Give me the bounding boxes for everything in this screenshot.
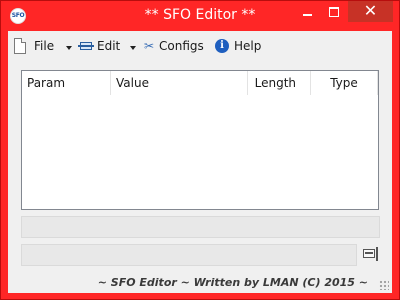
maximize-button[interactable] xyxy=(321,2,347,22)
client-area: File Edit ✂ Configs i Help Param Value L… xyxy=(8,31,392,293)
footer-credit: ~ SFO Editor ~ Written by LMAN (C) 2015 … xyxy=(97,276,368,289)
close-button[interactable]: ✕ xyxy=(348,1,393,22)
file-menu-button[interactable]: File xyxy=(14,37,54,55)
column-header-value[interactable]: Value xyxy=(111,71,248,95)
table-header: Param Value Length Type xyxy=(22,71,378,95)
new-file-icon xyxy=(14,38,26,54)
app-window: SFO ** SFO Editor ** ✕ File Edit ✂ Confi… xyxy=(0,0,400,300)
edit-menu-button[interactable]: Edit xyxy=(78,37,120,55)
edit-dropdown-arrow-icon[interactable] xyxy=(130,46,136,50)
minimize-button[interactable] xyxy=(294,2,320,22)
help-button[interactable]: i Help xyxy=(215,37,261,55)
column-header-length[interactable]: Length xyxy=(248,71,311,95)
help-icon: i xyxy=(215,39,229,53)
column-header-type[interactable]: Type xyxy=(311,71,378,95)
status-field xyxy=(21,216,380,238)
configs-label: Configs xyxy=(159,39,204,53)
sfo-params-table[interactable]: Param Value Length Type xyxy=(21,70,379,210)
configs-icon: ✂ xyxy=(143,39,155,53)
file-path-field[interactable] xyxy=(21,244,357,266)
edit-menu-label: Edit xyxy=(97,39,121,53)
help-label: Help xyxy=(234,39,262,53)
file-dropdown-arrow-icon[interactable] xyxy=(66,46,72,50)
file-menu-label: File xyxy=(34,39,55,53)
resize-grip-icon[interactable] xyxy=(379,280,389,290)
edit-icon xyxy=(78,40,94,52)
open-path-icon[interactable] xyxy=(363,247,379,261)
close-icon: ✕ xyxy=(363,1,378,20)
title-bar[interactable]: SFO ** SFO Editor ** ✕ xyxy=(1,1,399,31)
toolbar: File Edit ✂ Configs i Help xyxy=(8,31,392,61)
configs-button[interactable]: ✂ Configs xyxy=(142,37,204,55)
column-header-param[interactable]: Param xyxy=(22,71,111,95)
